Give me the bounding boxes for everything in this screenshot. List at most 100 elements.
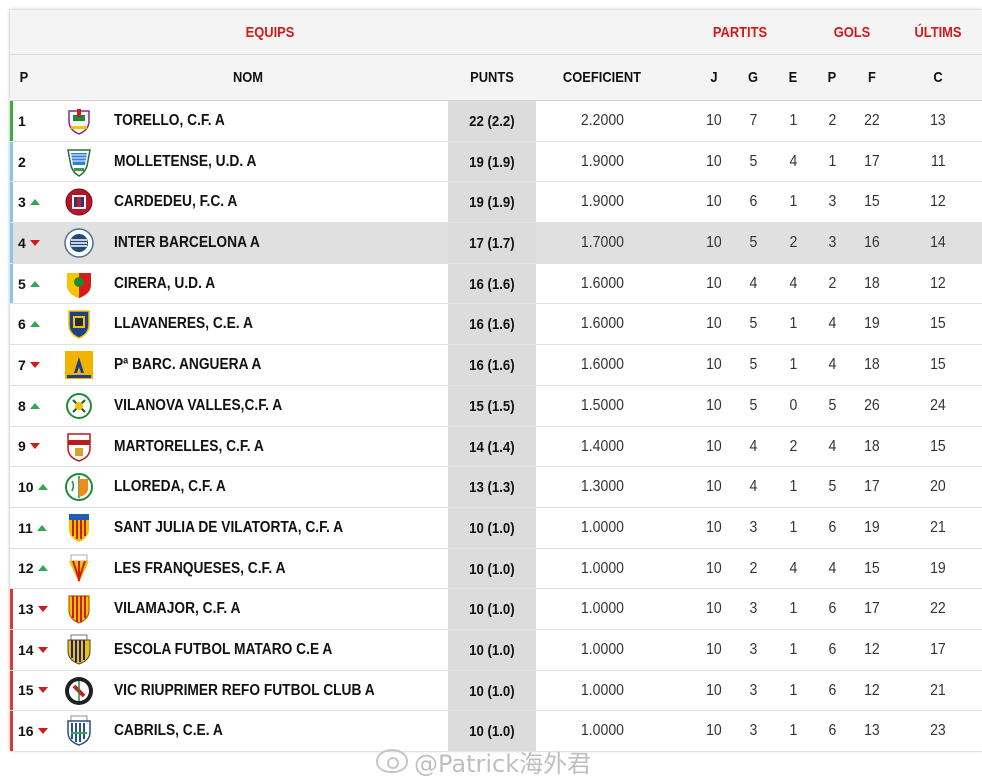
table-row[interactable]: 15 VIC RIUPRIMER REFO FUTBOL CLUB A 10 (1.… (10, 670, 982, 712)
inter-barcelona-crest[interactable] (63, 227, 95, 259)
team-name-link[interactable]: INTER BARCELONA A (114, 223, 260, 263)
lloreda-crest[interactable] (63, 471, 95, 503)
table-row[interactable]: 13 VILAMAJOR, C.F. A 10 (1.0) 1.0000 10 3 1 6 17… (10, 589, 982, 630)
goals-for-cell: 19 (858, 304, 886, 344)
table-row[interactable]: 11 SANT JULIA DE VILATORTA, C.F. A 10 (1.0… (10, 507, 982, 549)
coeficient-cell-value: 1.7000 (580, 234, 624, 252)
franqueses-crest[interactable] (63, 553, 95, 585)
goals-for-cell: 26 (858, 386, 886, 426)
martorelles-crest[interactable] (63, 431, 95, 463)
goals-against-cell-value: 17 (930, 640, 946, 658)
vilanova-crest[interactable] (63, 390, 95, 422)
goals-for-cell: 18 (858, 345, 886, 385)
col-header-perduts[interactable]: P (820, 55, 844, 101)
points-value: 16 (1.6) (469, 316, 515, 334)
col-header-empatats[interactable]: E (781, 55, 805, 101)
team-name-link[interactable]: VILANOVA VALLES,C.F. A (114, 386, 282, 426)
won-cell: 7 (739, 101, 767, 141)
team-name-link[interactable]: CABRILS, C.E. A (114, 711, 223, 751)
points-value: 10 (1.0) (469, 560, 515, 578)
llavaneres-crest[interactable] (63, 308, 95, 340)
mollerussa-crest[interactable] (63, 146, 95, 178)
goals-for-cell: 19 (858, 508, 886, 548)
col-header-guanyats[interactable]: G (741, 55, 765, 101)
col-header-contra[interactable]: C (924, 55, 952, 101)
goals-against-cell-value: 15 (930, 437, 946, 455)
table-row[interactable]: 7 Pª BARC. ANGUERA A 16 (1.6) 1.6000 10 5 1 4 18… (10, 345, 982, 386)
table-row[interactable]: 1 TORELLO, C.F. A 22 (2.2) 2.2000 10 7 1 2 22 13 (10, 101, 982, 142)
table-row[interactable]: 3 CARDEDEU, F.C. A 19 (1.9) 1.9000 10 6 1 3 15 12 (10, 182, 982, 224)
goals-against-cell-value: 22 (930, 600, 946, 618)
table-row[interactable]: 12 LES FRANQUESES, C.F. A 10 (1.0) 1.0000 10… (10, 548, 982, 590)
drawn-cell: 1 (779, 182, 807, 222)
team-name-link[interactable]: MOLLETENSE, U.D. A (114, 142, 256, 182)
zone-indicator (10, 223, 13, 263)
torello-crest[interactable] (63, 105, 95, 137)
won-cell: 2 (739, 549, 767, 589)
col-header-punts[interactable]: PUNTS (454, 55, 530, 101)
table-row[interactable]: 10 LLOREDA, C.F. A 13 (1.3) 1.3000 10 4 1 5 17 20 (10, 467, 982, 508)
table-row[interactable]: 2 MOLLETENSE, U.D. A 19 (1.9) 1.9000 10 5 4 1 17… (10, 141, 982, 183)
won-cell-value: 4 (749, 437, 757, 455)
lost-cell: 4 (818, 345, 846, 385)
goals-against-cell-value: 15 (930, 315, 946, 333)
table-row[interactable]: 4 INTER BARCELONA A 17 (1.7) 1.7000 10 5 2 3 16 1… (10, 223, 982, 264)
goals-against-cell: 17 (922, 630, 954, 670)
team-name-link[interactable]: CARDEDEU, F.C. A (114, 182, 237, 222)
played-cell: 10 (700, 467, 728, 507)
played-cell: 10 (700, 264, 728, 304)
team-name-link[interactable]: CIRERA, U.D. A (114, 264, 215, 304)
col-header-position[interactable]: P (14, 55, 35, 101)
mataro-crest[interactable] (63, 634, 95, 666)
coeficient-cell: 1.0000 (546, 508, 658, 548)
lost-cell-value: 4 (828, 437, 836, 455)
lost-cell-value: 5 (828, 396, 836, 414)
goals-against-cell: 24 (922, 386, 954, 426)
goals-against-cell-value: 13 (930, 112, 946, 129)
col-header-jugats[interactable]: J (702, 55, 726, 101)
table-row[interactable]: 8 VILANOVA VALLES,C.F. A 15 (1.5) 1.5000 10 5… (10, 385, 982, 427)
table-row[interactable]: 14 ESCOLA FUTBOL MATARO C.E A 10 (1.0) 1.00… (10, 629, 982, 671)
position-cell: 13 (18, 589, 48, 629)
team-name-link[interactable]: VIC RIUPRIMER REFO FUTBOL CLUB A (114, 671, 375, 711)
arrow-up-icon (29, 280, 40, 287)
lost-cell: 5 (818, 467, 846, 507)
sant-julia-crest[interactable] (63, 512, 95, 544)
vilamajor-crest[interactable] (63, 593, 95, 625)
team-name-link[interactable]: VILAMAJOR, C.F. A (114, 589, 240, 629)
table-row[interactable]: 9 MARTORELLES, C.F. A 14 (1.4) 1.4000 10 4 2 4 1… (10, 426, 982, 468)
position-cell: 12 (18, 549, 48, 589)
anguera-crest[interactable] (63, 349, 95, 381)
col-header-nom[interactable]: NOM (205, 55, 291, 101)
goals-for-cell: 22 (858, 101, 886, 141)
position-cell: 4 (18, 223, 40, 263)
col-header-coeficient[interactable]: COEFICIENT (554, 55, 650, 101)
lost-cell: 4 (818, 304, 846, 344)
table-row[interactable]: 6 LLAVANERES, C.E. A 16 (1.6) 1.6000 10 5 1 4 19… (10, 304, 982, 346)
vic-riuprimer-crest[interactable] (63, 675, 95, 707)
team-name-link[interactable]: TORELLO, C.F. A (114, 101, 225, 141)
drawn-cell: 1 (779, 508, 807, 548)
team-name-link[interactable]: LES FRANQUESES, C.F. A (114, 549, 286, 589)
group-header-gols: GOLS (833, 24, 871, 41)
team-name-link[interactable]: ESCOLA FUTBOL MATARO C.E A (114, 630, 332, 670)
table-row[interactable]: 5 CIRERA, U.D. A 16 (1.6) 1.6000 10 4 4 2 18 12 (10, 263, 982, 305)
drawn-cell-value: 1 (789, 478, 797, 496)
team-name-link[interactable]: LLOREDA, C.F. A (114, 467, 226, 507)
team-name-link[interactable]: MARTORELLES, C.F. A (114, 427, 264, 467)
points-cell: 22 (2.2) (448, 101, 536, 141)
team-name-link[interactable]: LLAVANERES, C.E. A (114, 304, 253, 344)
team-name-link[interactable]: SANT JULIA DE VILATORTA, C.F. A (114, 508, 343, 548)
cirera-crest[interactable] (63, 268, 95, 300)
lost-cell: 2 (818, 264, 846, 304)
drawn-cell-value: 1 (789, 681, 797, 699)
goals-for-cell-value: 15 (864, 559, 880, 577)
lost-cell-value: 6 (828, 640, 836, 658)
arrow-down-icon (29, 239, 40, 246)
team-name-link[interactable]: Pª BARC. ANGUERA A (114, 345, 261, 385)
played-cell-value: 10 (706, 152, 722, 170)
cardedeu-crest[interactable] (63, 186, 95, 218)
col-header-favor[interactable]: F (860, 55, 884, 101)
position-number: 15 (18, 682, 34, 699)
cabrils-crest[interactable] (63, 715, 95, 747)
